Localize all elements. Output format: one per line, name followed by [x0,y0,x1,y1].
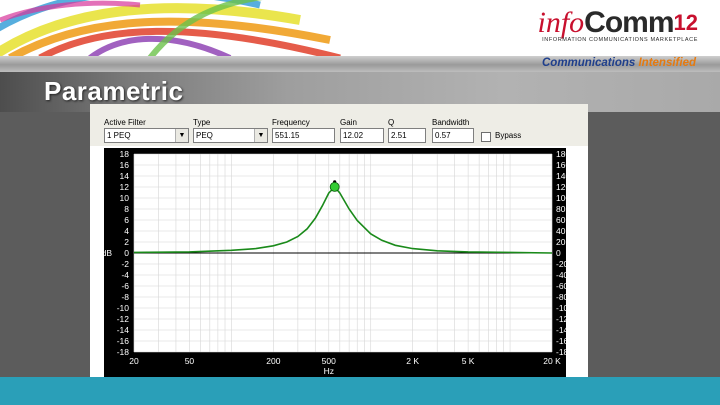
y-tick-label-right: -100 [556,303,566,313]
y-tick-label-left: -12 [117,314,130,324]
y-tick-label-left: 2 [124,237,129,247]
y-tick-label-left: -4 [121,270,129,280]
x-tick-label: 2 K [406,356,419,366]
bandwidth-input[interactable]: 0.57 [432,128,474,143]
bypass-checkbox[interactable] [481,132,491,142]
bandwidth-value: 0.57 [435,131,451,140]
y-tick-label-right: 20 [556,237,566,247]
y-tick-label-right: 160 [556,160,566,170]
slide-header: infoComm12 INFORMATION COMMUNICATIONS MA… [0,0,720,58]
frequency-label: Frequency [272,118,310,127]
y-tick-label-left: 6 [124,215,129,225]
q-value: 2.51 [391,131,407,140]
type-select[interactable]: PEQ ▼ [193,128,268,143]
tagline-main: Communications [541,57,636,69]
slide-title: Parametric [44,76,184,106]
peq-panel: Active Filter 1 PEQ ▼ Type PEQ ▼ Frequen… [90,104,588,380]
y-axis-label-left: dB [104,248,112,258]
y-tick-label-left: -18 [117,347,130,357]
type-value: PEQ [196,131,213,140]
gain-value: 12.02 [343,131,364,140]
x-tick-label: 50 [185,356,195,366]
y-tick-label-right: -80 [556,292,566,302]
tagline-highlight: Intensified [638,57,696,69]
chevron-down-icon[interactable]: ▼ [254,129,267,142]
y-tick-label-left: 16 [120,160,130,170]
y-tick-label-left: -14 [117,325,130,335]
y-tick-label-left: 8 [124,204,129,214]
q-label: Q [388,118,395,127]
x-tick-label: 500 [322,356,336,366]
active-filter-value: 1 PEQ [107,131,131,140]
logo-comm-text: Comm [584,6,674,39]
y-tick-label-left: -8 [121,292,129,302]
y-tick-label-right: 60 [556,215,566,225]
y-tick-label-right: 180 [556,149,566,159]
x-tick-label: 20 K [543,356,561,366]
chart-canvas[interactable]: 181614121086420-2-4-6-8-10-12-14-16-1818… [104,148,566,378]
y-tick-label-left: 18 [120,149,130,159]
y-tick-label-left: 10 [120,193,130,203]
y-tick-label-right: -120 [556,314,566,324]
gain-input[interactable]: 12.02 [340,128,384,143]
y-tick-label-right: 100 [556,193,566,203]
frequency-value: 551.15 [275,131,300,140]
footer-bar [0,377,720,405]
y-tick-label-left: 4 [124,226,129,236]
logo-info-text: info [537,6,585,39]
y-tick-label-right: 40 [556,226,566,236]
infocomm-logo: infoComm12 INFORMATION COMMUNICATIONS MA… [537,6,699,44]
y-tick-label-left: 14 [120,171,130,181]
y-tick-label-right: 120 [556,182,566,192]
y-tick-label-left: 12 [120,182,130,192]
y-tick-label-right: -60 [556,281,566,291]
chevron-down-icon[interactable]: ▼ [175,129,188,142]
frequency-response-chart[interactable]: 18 16 14 12 10 8 6 4 2 0 -2 -4 -6 -8 -10 -12 -14 -16 -18 18… [104,148,566,378]
y-tick-label-left: -16 [117,336,130,346]
active-filter-select[interactable]: 1 PEQ ▼ [104,128,189,143]
swirl-graphic [0,0,341,58]
bandwidth-label: Bandwidth [432,118,470,127]
tagline: Communications Intensified [542,57,696,69]
y-tick-label-right: 80 [556,204,566,214]
y-tick-label-right: -160 [556,336,566,346]
y-tick-label-right: -20 [556,259,566,269]
q-input[interactable]: 2.51 [388,128,426,143]
y-tick-label-left: -6 [121,281,129,291]
x-tick-label: 5 K [462,356,475,366]
type-label: Type [193,118,211,127]
gain-label: Gain [340,118,357,127]
y-tick-label-right: 140 [556,171,566,181]
tagline-bar: Communications Intensified [0,56,720,72]
frequency-input[interactable]: 551.15 [272,128,335,143]
active-filter-label: Active Filter [104,118,146,127]
y-tick-label-right: 0 [556,248,561,258]
y-tick-label-right: -140 [556,325,566,335]
x-axis-label: Hz [324,366,334,376]
filter-handle [329,181,340,192]
logo-year-text: 12 [673,10,698,35]
x-tick-label: 200 [266,356,280,366]
y-tick-label-right: -40 [556,270,566,280]
y-tick-label-left: -2 [121,259,129,269]
y-tick-label-left: 0 [124,248,129,258]
y-tick-label-left: -10 [117,303,130,313]
x-tick-label: 20 [129,356,139,366]
logo-subtitle: INFORMATION COMMUNICATIONS MARKETPLACE [542,37,698,43]
bypass-label: Bypass [495,131,522,140]
